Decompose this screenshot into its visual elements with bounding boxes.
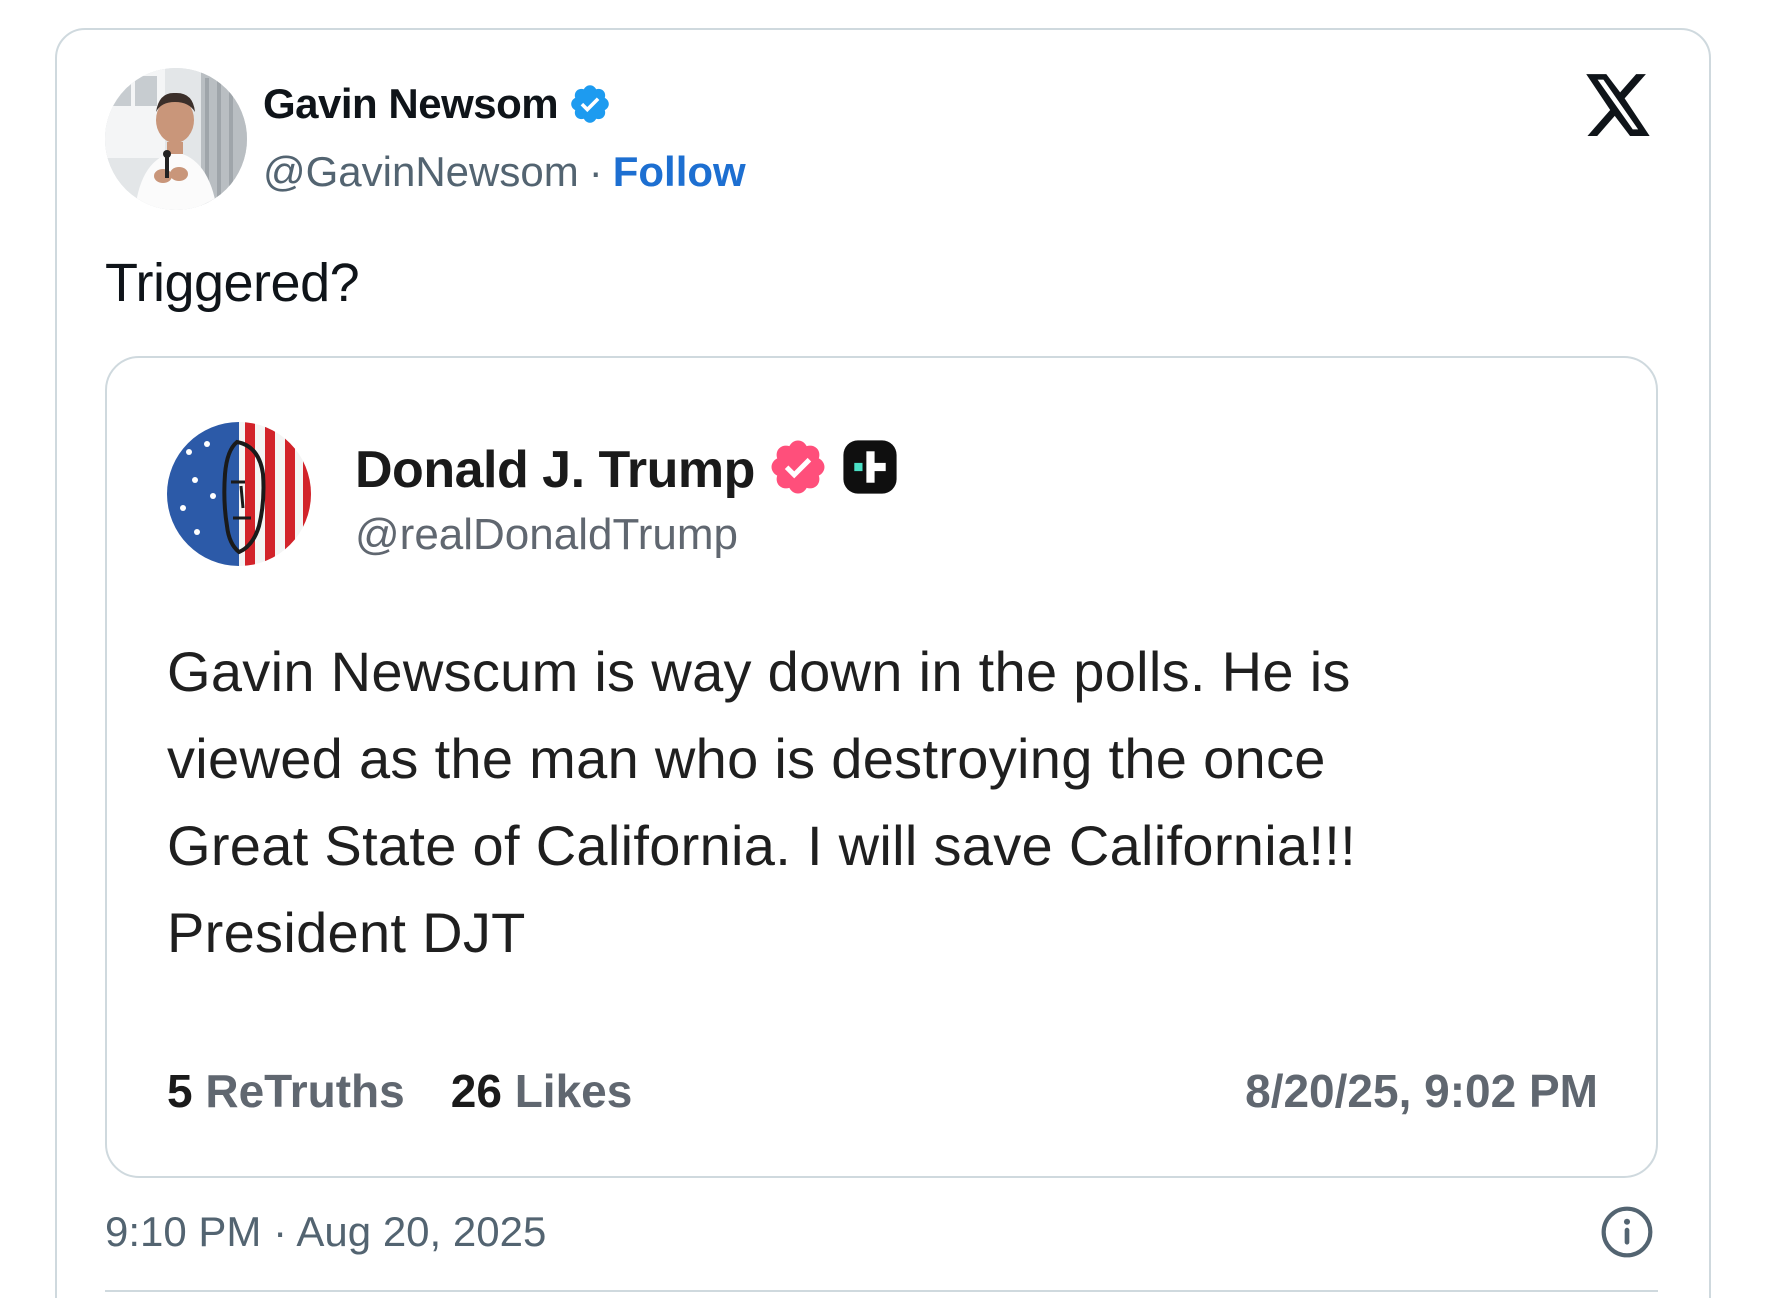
author-name[interactable]: Gavin Newsom: [263, 80, 559, 128]
author-avatar[interactable]: [105, 68, 247, 210]
quoted-post-body: Gavin Newscum is way down in the polls. …: [167, 628, 1607, 976]
quoted-post-line: Great State of California. I will save C…: [167, 814, 1356, 877]
retruths-count: 5: [167, 1065, 193, 1117]
verified-badge-icon: [568, 82, 612, 126]
likes-stat[interactable]: 26 Likes: [451, 1064, 633, 1118]
info-icon[interactable]: [1599, 1204, 1655, 1260]
retruths-stat[interactable]: 5 ReTruths: [167, 1064, 405, 1118]
quoted-author-name-row: Donald J. Trump: [355, 436, 899, 503]
author-handle[interactable]: @GavinNewsom: [263, 148, 579, 196]
retruths-label: ReTruths: [205, 1065, 405, 1117]
quoted-post-line: President DJT: [167, 901, 526, 964]
author-name-row: Gavin Newsom: [263, 80, 612, 128]
tweet-timestamp[interactable]: 9:10 PM · Aug 20, 2025: [105, 1208, 546, 1256]
truth-verified-badge-icon: [767, 436, 829, 503]
likes-count: 26: [450, 1065, 502, 1117]
likes-label: Likes: [514, 1065, 633, 1117]
quoted-author-name[interactable]: Donald J. Trump: [355, 440, 755, 500]
quoted-author-handle[interactable]: @realDonaldTrump: [355, 510, 738, 560]
truth-plus-icon: [841, 438, 899, 501]
quoted-post-line: Gavin Newscum is way down in the polls. …: [167, 640, 1351, 703]
x-logo-icon[interactable]: [1586, 74, 1652, 136]
divider: [105, 1290, 1658, 1292]
author-handle-row: @GavinNewsom · Follow: [263, 148, 746, 196]
quoted-post-stats: 5 ReTruths 26 Likes: [167, 1064, 632, 1118]
follow-button[interactable]: Follow: [613, 148, 746, 196]
quoted-author-avatar[interactable]: [167, 422, 311, 566]
quoted-post-card[interactable]: Donald J. Trump @realDonaldTrump Gavin N…: [105, 356, 1658, 1178]
separator-dot: ·: [588, 148, 603, 195]
quoted-post-line: viewed as the man who is destroying the …: [167, 727, 1326, 790]
quoted-post-date[interactable]: 8/20/25, 9:02 PM: [1245, 1064, 1598, 1118]
tweet-text: Triggered?: [105, 253, 360, 313]
